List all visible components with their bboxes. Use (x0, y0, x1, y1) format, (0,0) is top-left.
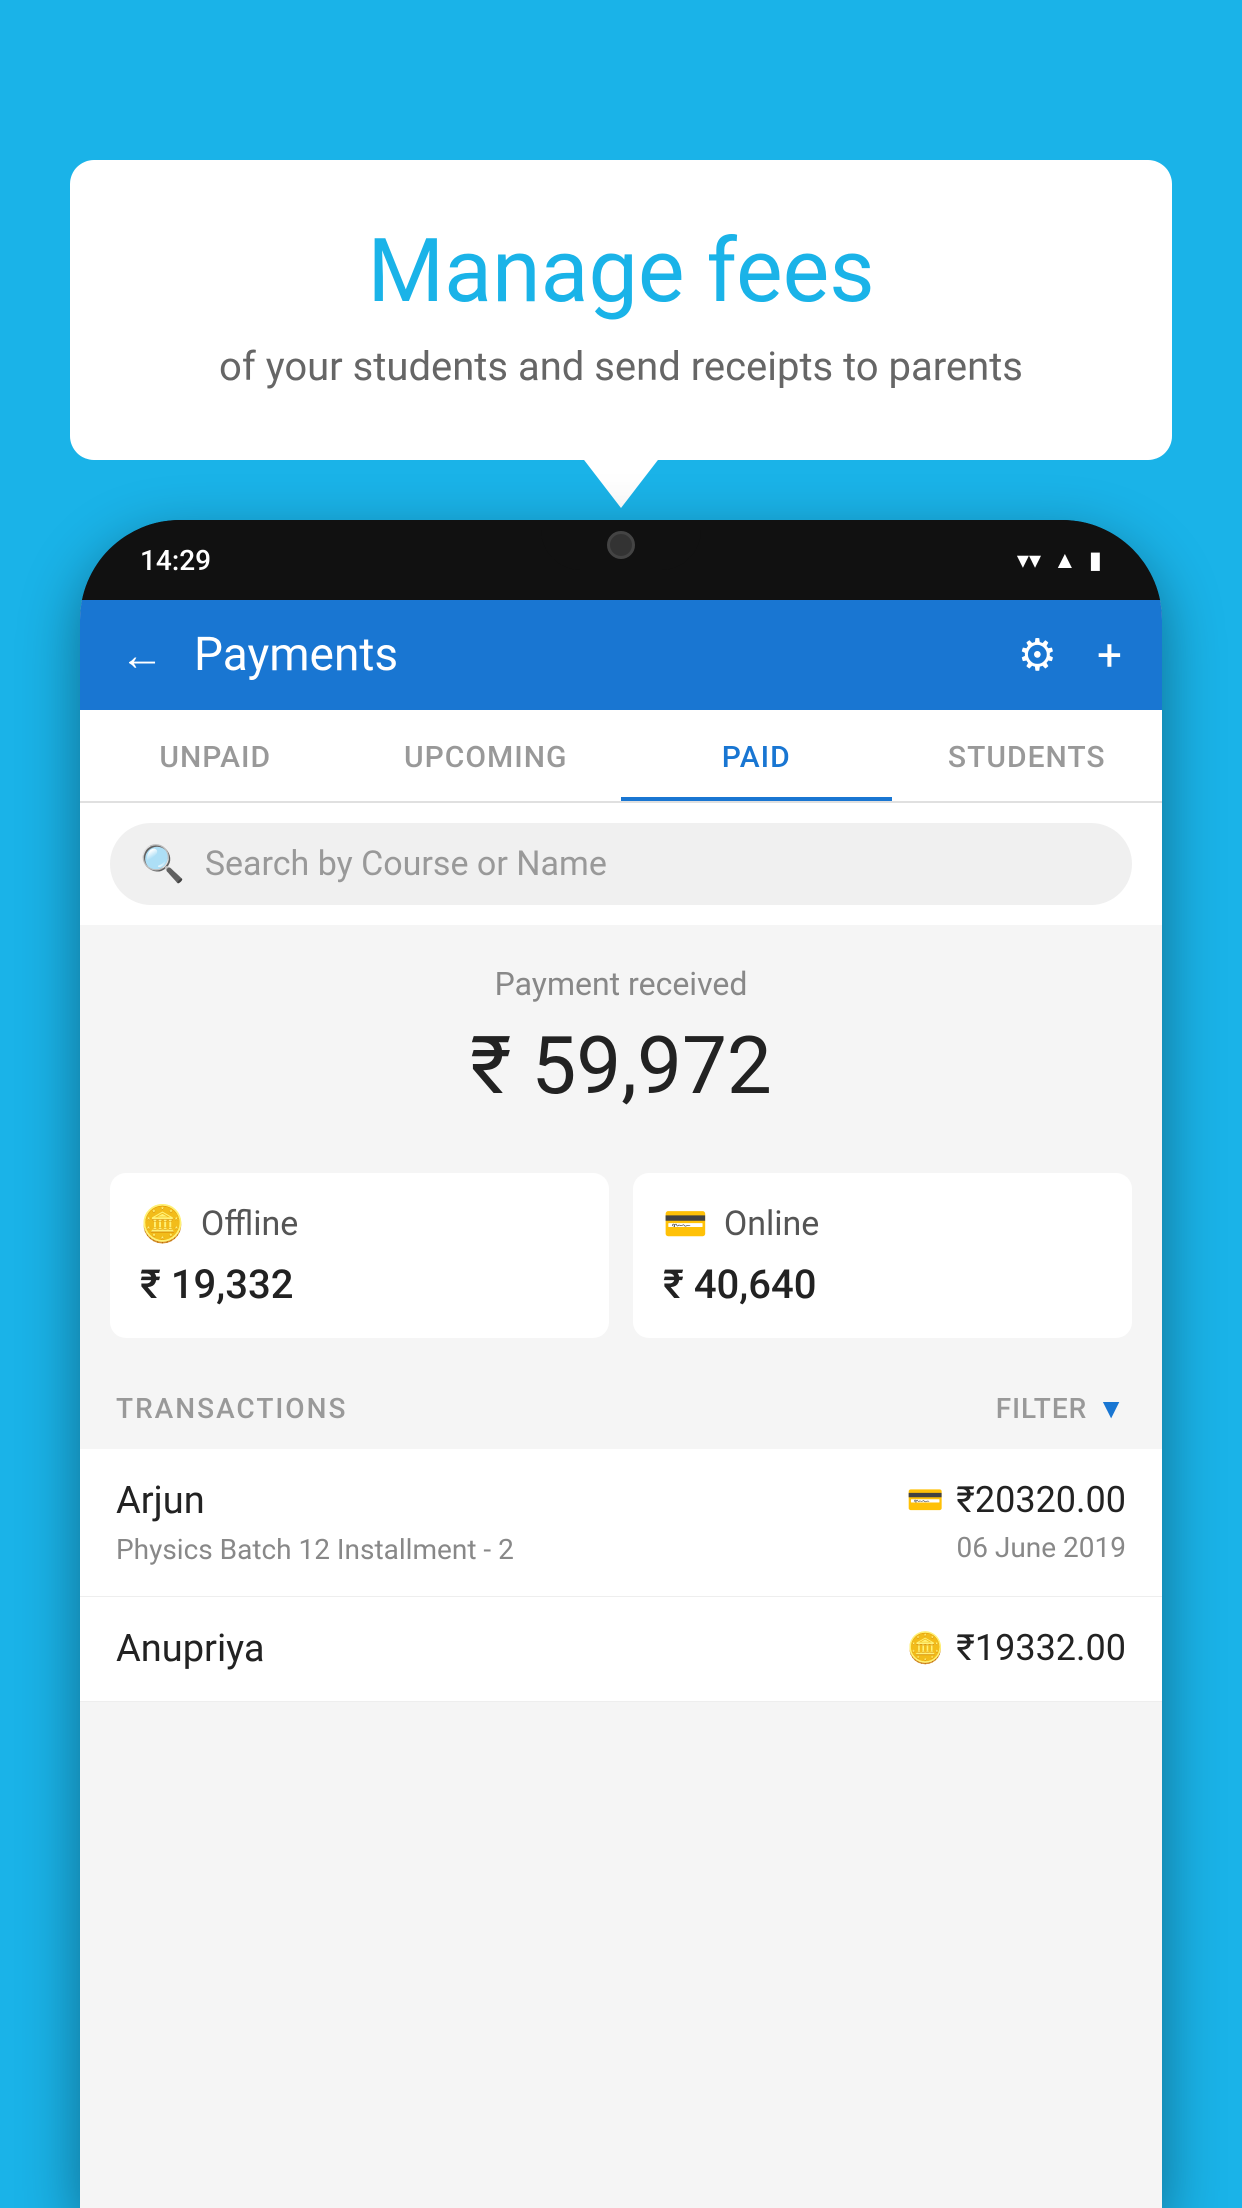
battery-icon: ▮ (1089, 546, 1102, 574)
course-info-1: Physics Batch 12 Installment - 2 (116, 1533, 514, 1566)
transaction-right-1: 💳 ₹20320.00 06 June 2019 (907, 1479, 1126, 1564)
payment-received-label: Payment received (110, 965, 1132, 1003)
student-name-1: Arjun (116, 1479, 514, 1523)
speech-bubble-wrapper: Manage fees of your students and send re… (70, 160, 1172, 460)
bubble-title: Manage fees (150, 220, 1092, 323)
app-screen: ← Payments ⚙ + UNPAID UPCOMING PAID STUD… (80, 600, 1162, 2208)
search-icon: 🔍 (140, 843, 185, 885)
transaction-date-1: 06 June 2019 (956, 1531, 1126, 1564)
transaction-right-2: 🪙 ₹19332.00 (907, 1627, 1126, 1669)
online-payment-card: 💳 Online ₹ 40,640 (633, 1173, 1132, 1338)
signal-icon: ▲ (1053, 546, 1077, 575)
speech-bubble: Manage fees of your students and send re… (70, 160, 1172, 460)
table-row[interactable]: Anupriya 🪙 ₹19332.00 (80, 1597, 1162, 1702)
phone-camera (607, 531, 635, 559)
wifi-icon: ▾▾ (1017, 546, 1041, 574)
status-time: 14:29 (140, 544, 211, 577)
online-card-top: 💳 Online (663, 1203, 1102, 1245)
offline-card-top: 🪙 Offline (140, 1203, 579, 1245)
transaction-amount-1: ₹20320.00 (956, 1479, 1126, 1521)
offline-payment-card: 🪙 Offline ₹ 19,332 (110, 1173, 609, 1338)
total-payment-amount: ₹ 59,972 (110, 1019, 1132, 1113)
search-container: 🔍 Search by Course or Name (80, 803, 1162, 925)
transaction-left-1: Arjun Physics Batch 12 Installment - 2 (116, 1479, 514, 1566)
filter-button[interactable]: FILTER ▼ (996, 1392, 1126, 1425)
phone-status-bar: 14:29 ▾▾ ▲ ▮ (80, 520, 1162, 600)
phone-notch (541, 520, 701, 570)
amount-row-1: 💳 ₹20320.00 (907, 1479, 1126, 1521)
transaction-amount-2: ₹19332.00 (956, 1627, 1126, 1669)
phone-frame: 14:29 ▾▾ ▲ ▮ ← Payments ⚙ + UNPAID UPCOM… (80, 520, 1162, 2208)
transactions-header: TRANSACTIONS FILTER ▼ (80, 1368, 1162, 1449)
tab-unpaid[interactable]: UNPAID (80, 710, 351, 801)
card-payment-icon: 💳 (907, 1483, 944, 1518)
transaction-left-2: Anupriya (116, 1627, 265, 1671)
gear-icon[interactable]: ⚙ (1018, 629, 1057, 681)
offline-payment-icon: 🪙 (907, 1631, 944, 1666)
offline-label: Offline (201, 1204, 298, 1244)
header-left: ← Payments (120, 628, 398, 682)
online-label: Online (724, 1204, 820, 1244)
online-amount: ₹ 40,640 (663, 1261, 1102, 1308)
page-title: Payments (194, 628, 398, 682)
online-icon: 💳 (663, 1203, 708, 1245)
payment-cards: 🪙 Offline ₹ 19,332 💳 Online ₹ 40,640 (80, 1173, 1162, 1368)
back-button[interactable]: ← (120, 629, 164, 681)
status-icons: ▾▾ ▲ ▮ (1017, 546, 1102, 575)
bubble-subtitle: of your students and send receipts to pa… (150, 343, 1092, 390)
table-row[interactable]: Arjun Physics Batch 12 Installment - 2 💳… (80, 1449, 1162, 1597)
tab-paid[interactable]: PAID (621, 710, 892, 801)
tab-students[interactable]: STUDENTS (892, 710, 1163, 801)
plus-icon[interactable]: + (1097, 629, 1122, 681)
offline-amount: ₹ 19,332 (140, 1261, 579, 1308)
payment-summary: Payment received ₹ 59,972 (80, 925, 1162, 1173)
offline-icon: 🪙 (140, 1203, 185, 1245)
transactions-label: TRANSACTIONS (116, 1392, 347, 1425)
app-header: ← Payments ⚙ + (80, 600, 1162, 710)
tabs-bar: UNPAID UPCOMING PAID STUDENTS (80, 710, 1162, 803)
search-input[interactable]: Search by Course or Name (205, 844, 607, 884)
student-name-2: Anupriya (116, 1627, 265, 1671)
search-bar[interactable]: 🔍 Search by Course or Name (110, 823, 1132, 905)
amount-row-2: 🪙 ₹19332.00 (907, 1627, 1126, 1669)
filter-label: FILTER (996, 1392, 1088, 1425)
filter-icon: ▼ (1097, 1392, 1126, 1425)
header-right: ⚙ + (1018, 629, 1122, 681)
tab-upcoming[interactable]: UPCOMING (351, 710, 622, 801)
